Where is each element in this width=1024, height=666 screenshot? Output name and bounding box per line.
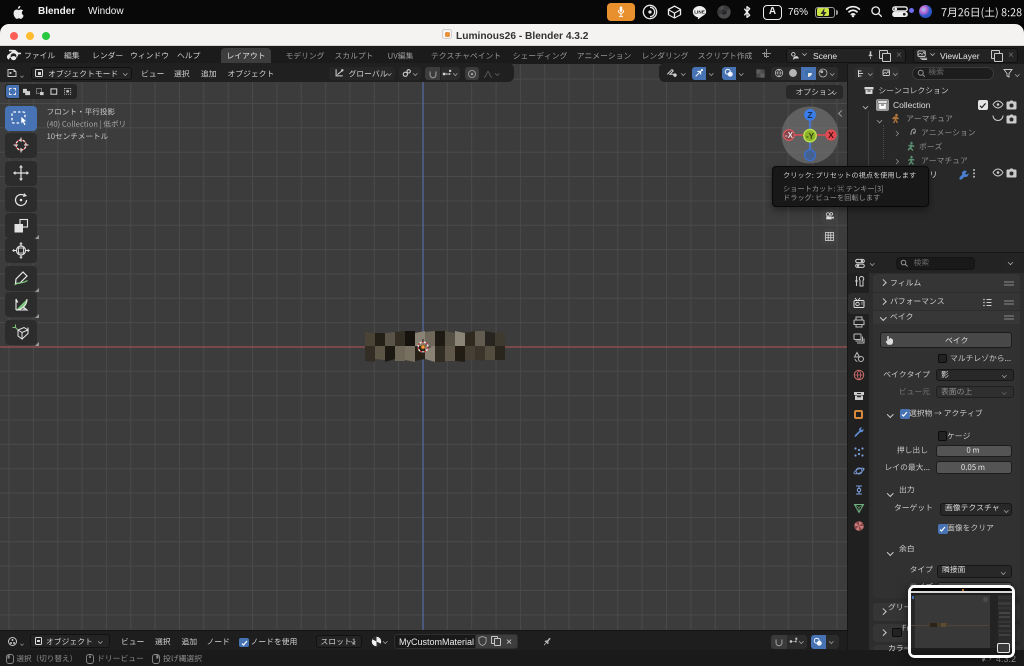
svg-text:-X: -X xyxy=(785,131,794,140)
svg-text:Z: Z xyxy=(807,110,812,120)
svg-text:-Y: -Y xyxy=(806,132,815,141)
svg-text:LINE: LINE xyxy=(694,9,705,14)
svg-text:X: X xyxy=(828,130,834,140)
